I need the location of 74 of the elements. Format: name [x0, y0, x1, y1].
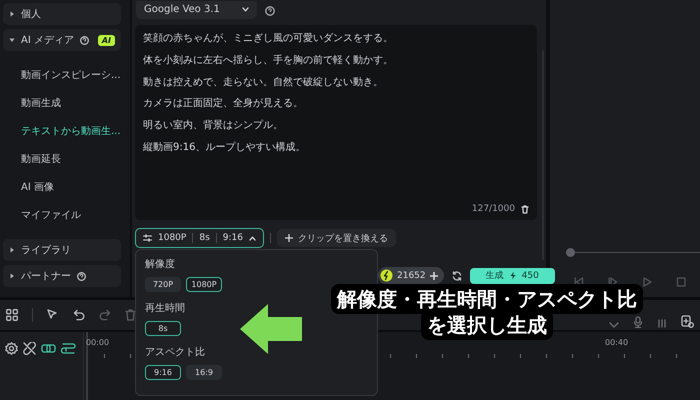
- chevron-down-icon: [242, 7, 249, 12]
- section-title: 解像度: [145, 258, 176, 271]
- bars-icon[interactable]: [657, 318, 667, 328]
- sidebar-group[interactable]: 個人: [3, 3, 121, 25]
- section-title: アスペクト比: [145, 346, 206, 359]
- option-chip[interactable]: 9:16: [145, 365, 181, 380]
- callout-text: 解像度・再生時間・アスペクト比: [331, 284, 643, 314]
- section-title: 再生時間: [145, 302, 186, 315]
- setting-value: 8s: [199, 233, 210, 243]
- prompt-text: 明るい室内、背景はシンプル。: [143, 120, 284, 132]
- time-label: 00:40: [605, 338, 628, 347]
- replace-clip-button[interactable]: クリップを置き換える: [276, 229, 396, 247]
- option-chip[interactable]: 16:9: [186, 365, 222, 380]
- caret-icon: [9, 247, 15, 253]
- generate-button[interactable]: 生成 450: [470, 268, 555, 284]
- option-chip[interactable]: 8s: [145, 321, 181, 336]
- sidebar-item[interactable]: AI 画像: [3, 173, 130, 201]
- play-icon[interactable]: [642, 277, 652, 287]
- plus-icon: [430, 272, 438, 280]
- chevron-down-icon[interactable]: [609, 322, 619, 328]
- ai-badge: AI: [98, 34, 115, 46]
- skip-back-icon[interactable]: [574, 277, 584, 287]
- coin-icon: [380, 269, 393, 282]
- prompt-text: 動きは控えめで、走らない。自然で破綻しない動き。: [143, 76, 384, 89]
- sidebar-item[interactable]: テキストから動画生...: [3, 117, 130, 145]
- group-label: パートナー: [21, 270, 71, 283]
- playhead-handle[interactable]: [566, 248, 575, 257]
- group-label: AI メディア: [21, 34, 74, 47]
- sliders-icon: [143, 234, 152, 242]
- option-chip[interactable]: 1080P: [186, 277, 222, 292]
- setting-value: 9:16: [222, 233, 243, 243]
- sidebar-item[interactable]: マイファイル: [3, 201, 130, 229]
- sidebar-group[interactable]: AI メディア AI: [3, 29, 121, 51]
- model-dropdown[interactable]: Google Veo 3.1: [136, 0, 257, 18]
- time-label: 00:00: [86, 338, 110, 347]
- group-label: ライブラリ: [21, 244, 71, 257]
- prompt-text: カメラは正面固定、全身が見える。: [143, 98, 304, 110]
- caret-icon: [9, 11, 15, 17]
- credits-pill[interactable]: 21652: [378, 267, 444, 284]
- prompt-text: 笑顔の赤ちゃんが、ミニぎし風の可愛いダンスをする。: [143, 33, 394, 45]
- caret-icon: [9, 37, 15, 43]
- arrow-icon: [240, 304, 302, 354]
- group-label: 個人: [21, 8, 41, 21]
- lightning-icon: [508, 271, 517, 280]
- trash-icon[interactable]: [125, 309, 136, 321]
- caret-icon: [9, 273, 15, 279]
- prompt-field[interactable]: 笑顔の赤ちゃんが、ミニぎし風の可愛いダンスをする。 体を小刻みに左右へ揺らし、手を胸の前で軽く動かす。 動きは控えめで、走らない。自然で破綻しない動き。 カメラは正面固定、全身が見える。 明るい室内、背景はシンプル。 縦動画9:16、ループしやすい構成。 127/1000: [135, 25, 537, 220]
- generation-settings-button[interactable]: 1080P 8s 9:16: [135, 228, 264, 248]
- setting-value: 1080P: [158, 233, 186, 243]
- sidebar-item[interactable]: 動画インスピレーシ...: [3, 61, 130, 89]
- help-icon: [264, 6, 275, 16]
- refresh-icon[interactable]: [452, 270, 462, 280]
- sidebar-group[interactable]: ライブラリ: [3, 239, 121, 261]
- prompt-text: 縦動画9:16、ループしやすい構成。: [143, 142, 306, 154]
- pointer-icon[interactable]: [47, 309, 59, 321]
- option-chip[interactable]: 720P: [145, 277, 181, 292]
- sidebar-group[interactable]: パートナー: [3, 265, 121, 287]
- microphone-icon[interactable]: [633, 316, 643, 328]
- grid-icon[interactable]: [6, 309, 18, 321]
- character-counter: 127/1000: [472, 204, 515, 214]
- unlink-icon[interactable]: [23, 342, 36, 355]
- gear-icon[interactable]: [5, 342, 18, 355]
- step-forward-icon[interactable]: [608, 277, 618, 287]
- undo-icon[interactable]: [73, 309, 85, 321]
- link-clip-icon[interactable]: [41, 342, 56, 355]
- plus-icon: [284, 234, 293, 242]
- chevron-up-icon: [248, 236, 256, 240]
- model-name: Google Veo 3.1: [144, 4, 220, 15]
- prompt-text: 体を小刻みに左右へ揺らし、手を胸の前で軽く動かす。: [143, 54, 394, 67]
- stop-icon[interactable]: [676, 277, 686, 287]
- trash-icon: [521, 204, 529, 214]
- redo-icon[interactable]: [99, 309, 111, 321]
- sidebar-item[interactable]: 動画延長: [3, 145, 130, 173]
- sidebar-item[interactable]: 動画生成: [3, 89, 130, 117]
